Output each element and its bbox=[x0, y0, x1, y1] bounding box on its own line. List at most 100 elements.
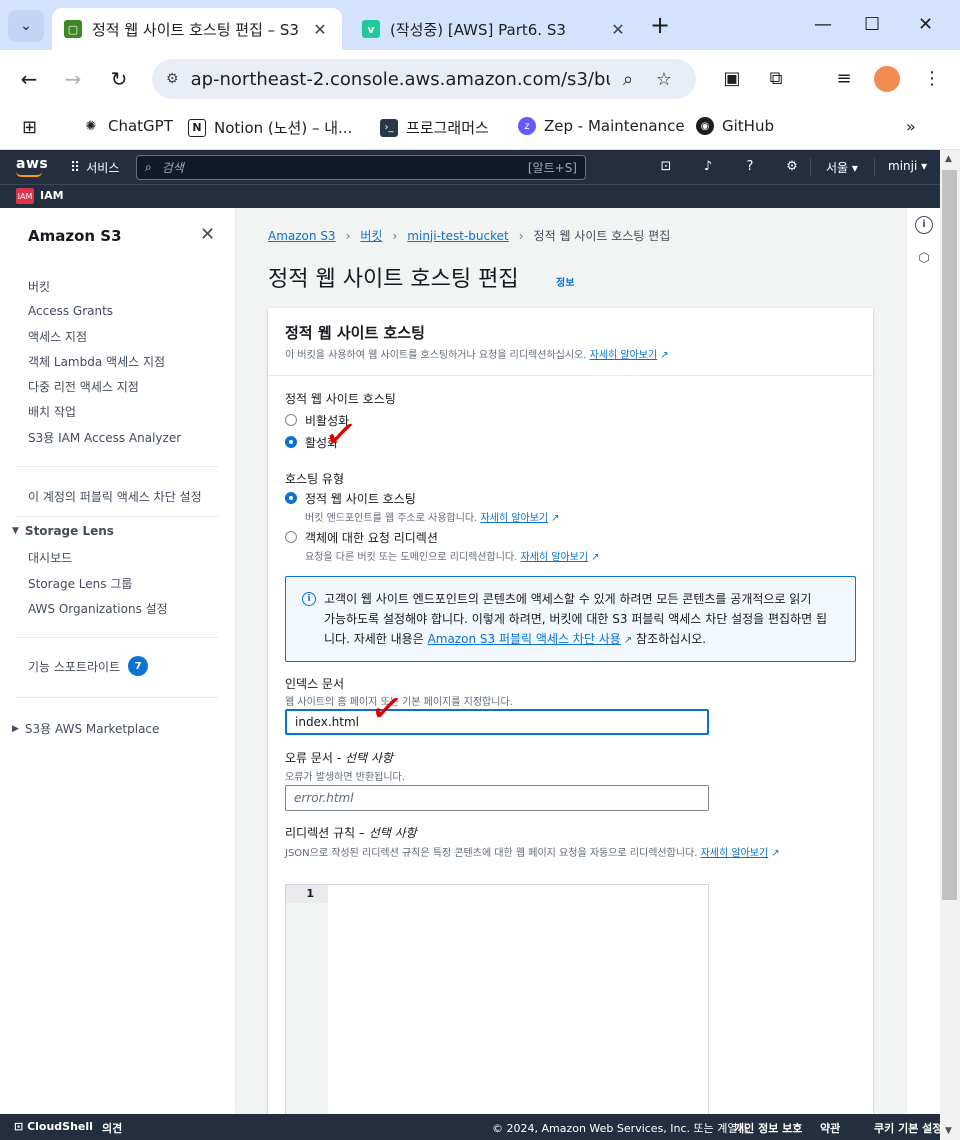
favorite-iam[interactable]: IAM bbox=[40, 189, 64, 202]
sidebar-item-batch[interactable]: 배치 작업 bbox=[28, 403, 76, 420]
tab-velog[interactable]: v (작성중) [AWS] Part6. S3 ✕ bbox=[350, 8, 640, 50]
sidebar-item-object-lambda[interactable]: 객체 Lambda 액세스 지점 bbox=[28, 353, 165, 370]
radio-button[interactable] bbox=[285, 531, 297, 543]
aws-footer: ⊡ CloudShell 의견 © 2024, Amazon Web Servi… bbox=[0, 1114, 942, 1140]
bookmark-github[interactable]: ◉ GitHub bbox=[696, 117, 774, 135]
learn-more-link[interactable]: 자세히 알아보기 bbox=[590, 350, 658, 361]
iam-service-icon[interactable]: IAM bbox=[16, 188, 34, 204]
radio-button-selected[interactable] bbox=[285, 436, 297, 448]
bookmark-chatgpt[interactable]: ✺ ChatGPT bbox=[82, 117, 173, 135]
sidebar-item-block-public[interactable]: 이 계정의 퍼블릭 액세스 차단 설정 bbox=[28, 488, 202, 505]
sidebar-item-lens-groups[interactable]: Storage Lens 그룹 bbox=[28, 575, 132, 592]
window-close-icon[interactable]: ✕ bbox=[918, 12, 933, 38]
tab-title: (작성중) [AWS] Part6. S3 bbox=[390, 20, 566, 39]
learn-more-link[interactable]: 자세히 알아보기 bbox=[520, 552, 588, 563]
sidebar-item-access-points[interactable]: 액세스 지점 bbox=[28, 328, 87, 345]
static-hosting-panel: 정적 웹 사이트 호스팅 이 버킷을 사용하여 웹 사이트를 호스팅하거나 요청… bbox=[268, 308, 873, 1114]
aws-search-input[interactable]: ⌕ 검색 [알트+S] bbox=[136, 155, 586, 180]
bookmark-star-icon[interactable]: ☆ bbox=[646, 69, 682, 90]
sidebar-item-marketplace[interactable]: ▶ S3용 AWS Marketplace bbox=[12, 720, 159, 737]
breadcrumb-buckets[interactable]: 버킷 bbox=[360, 227, 382, 244]
browser-menu-icon[interactable]: ⋮ bbox=[918, 66, 946, 92]
extensions-puzzle-icon[interactable]: ⧉ bbox=[762, 66, 790, 92]
minimize-icon[interactable]: — bbox=[814, 12, 832, 38]
external-link-icon: ↗ bbox=[591, 552, 600, 563]
sidebar-section-storage-lens[interactable]: ▼ Storage Lens bbox=[12, 524, 114, 538]
more-bookmarks-icon[interactable]: » bbox=[906, 117, 916, 136]
apps-grid-icon[interactable]: ⊞ bbox=[22, 117, 37, 138]
radio-redirect[interactable]: 객체에 대한 요청 리디렉션 요청을 다른 버킷 또는 도메인으로 리디렉션합니… bbox=[285, 529, 599, 563]
page-title: 정적 웹 사이트 호스팅 편집 bbox=[268, 267, 519, 292]
main-content: Amazon S3 › 버킷 › minji-test-bucket › 정적 … bbox=[236, 208, 906, 1114]
sidebar-item-organizations[interactable]: AWS Organizations 설정 bbox=[28, 600, 168, 617]
bookmark-zep[interactable]: z Zep - Maintenance bbox=[518, 117, 685, 135]
scroll-down-icon[interactable]: ▼ bbox=[945, 1126, 952, 1136]
learn-more-link[interactable]: 자세히 알아보기 bbox=[480, 513, 548, 524]
error-document-input[interactable]: error.html bbox=[285, 785, 709, 811]
account-menu[interactable]: minji ▾ bbox=[888, 159, 927, 173]
breadcrumb-s3[interactable]: Amazon S3 bbox=[268, 229, 336, 243]
panel-title: 정적 웹 사이트 호스팅 bbox=[285, 324, 425, 342]
site-info-icon[interactable]: ⚙ bbox=[166, 71, 179, 87]
index-document-input[interactable]: index.html bbox=[285, 709, 709, 735]
feedback-link[interactable]: 의견 bbox=[102, 1120, 122, 1136]
radio-button-selected[interactable] bbox=[285, 492, 297, 504]
block-public-access-link[interactable]: Amazon S3 퍼블릭 액세스 차단 사용 bbox=[428, 632, 621, 646]
back-icon[interactable]: ← bbox=[14, 64, 44, 94]
line-number: 1 bbox=[286, 885, 328, 903]
forward-icon[interactable]: → bbox=[58, 64, 88, 94]
info-link[interactable]: 정보 bbox=[556, 274, 574, 289]
url-text: ap-northeast-2.console.aws.amazon.com/s3… bbox=[190, 68, 610, 90]
sidebar-item-buckets[interactable]: 버킷 bbox=[28, 278, 50, 295]
bookmark-programmers[interactable]: ›_ 프로그래머스 bbox=[380, 117, 489, 138]
radio-static-hosting[interactable]: 정적 웹 사이트 호스팅 버킷 엔드포인트를 웹 주소로 사용합니다. 자세히 … bbox=[285, 490, 559, 524]
sidebar-item-access-grants[interactable]: Access Grants bbox=[28, 304, 113, 318]
zep-icon: z bbox=[518, 117, 536, 135]
tab-s3-editor[interactable]: ▢ 정적 웹 사이트 호스팅 편집 – S3 ✕ bbox=[52, 8, 342, 50]
hexagon-settings-icon[interactable]: ⬡ bbox=[915, 250, 933, 268]
sidebar-item-multi-region[interactable]: 다중 리전 액세스 지점 bbox=[28, 378, 139, 395]
index-document-label: 인덱스 문서 bbox=[285, 677, 345, 691]
new-tab-button[interactable]: + bbox=[650, 12, 670, 38]
maximize-icon[interactable]: ☐ bbox=[864, 12, 880, 38]
breadcrumb-bucket[interactable]: minji-test-bucket bbox=[407, 229, 508, 243]
address-bar[interactable]: ⚙ ap-northeast-2.console.aws.amazon.com/… bbox=[152, 59, 696, 99]
page-scrollbar[interactable]: ▲ ▼ bbox=[940, 150, 960, 1140]
sidebar-item-feature-spotlight[interactable]: 기능 스포트라이트 7 bbox=[28, 656, 149, 676]
profile-avatar[interactable] bbox=[874, 66, 900, 92]
region-selector[interactable]: 서울 ▾ bbox=[826, 159, 858, 176]
caret-down-icon: ▼ bbox=[12, 526, 19, 536]
tab-search-button[interactable]: ⌄ bbox=[8, 10, 44, 42]
cloudshell-icon: ⊡ bbox=[14, 1120, 24, 1133]
sidebar-close-icon[interactable]: ✕ bbox=[200, 224, 215, 245]
sidebar-item-iam-analyzer[interactable]: S3용 IAM Access Analyzer bbox=[28, 429, 181, 446]
sidebar-item-dashboards[interactable]: 대시보드 bbox=[28, 549, 72, 566]
radio-button[interactable] bbox=[285, 414, 297, 426]
cloudshell-link[interactable]: ⊡ CloudShell bbox=[14, 1120, 93, 1133]
terms-link[interactable]: 약관 bbox=[820, 1120, 840, 1136]
services-menu[interactable]: ⠿ 서비스 bbox=[70, 159, 119, 176]
aws-logo[interactable]: aws bbox=[16, 156, 48, 177]
s3-sidebar: Amazon S3 ✕ 버킷 Access Grants 액세스 지점 객체 L… bbox=[0, 208, 236, 1114]
reload-icon[interactable]: ↻ bbox=[104, 64, 134, 94]
learn-more-link[interactable]: 자세히 알아보기 bbox=[701, 848, 769, 859]
settings-gear-icon[interactable]: ⚙ bbox=[782, 159, 802, 174]
scroll-thumb[interactable] bbox=[942, 170, 957, 900]
redirect-rules-editor[interactable]: 1 bbox=[285, 884, 709, 1114]
notifications-bell-icon[interactable]: ♪ bbox=[698, 159, 718, 174]
external-link-icon: ↗ bbox=[771, 848, 780, 859]
privacy-link[interactable]: 개인 정보 보호 bbox=[734, 1120, 802, 1136]
tab-close-icon[interactable]: ✕ bbox=[608, 20, 628, 39]
info-panel-icon[interactable]: i bbox=[915, 216, 933, 234]
tab-close-icon[interactable]: ✕ bbox=[310, 20, 330, 39]
info-icon: i bbox=[302, 592, 316, 606]
media-control-icon[interactable]: ≡ bbox=[830, 66, 858, 92]
cloudshell-icon[interactable]: ⊡ bbox=[656, 159, 676, 174]
chevron-right-icon: › bbox=[518, 228, 524, 243]
help-icon[interactable]: ? bbox=[740, 159, 760, 174]
scroll-up-icon[interactable]: ▲ bbox=[945, 154, 952, 164]
extension-icon[interactable]: ▣ bbox=[718, 66, 746, 92]
zoom-icon[interactable]: ⌕ bbox=[610, 69, 646, 90]
cookie-settings-link[interactable]: 쿠키 기본 설정 bbox=[874, 1120, 942, 1136]
bookmark-notion[interactable]: N Notion (노션) – 내... bbox=[188, 117, 352, 138]
